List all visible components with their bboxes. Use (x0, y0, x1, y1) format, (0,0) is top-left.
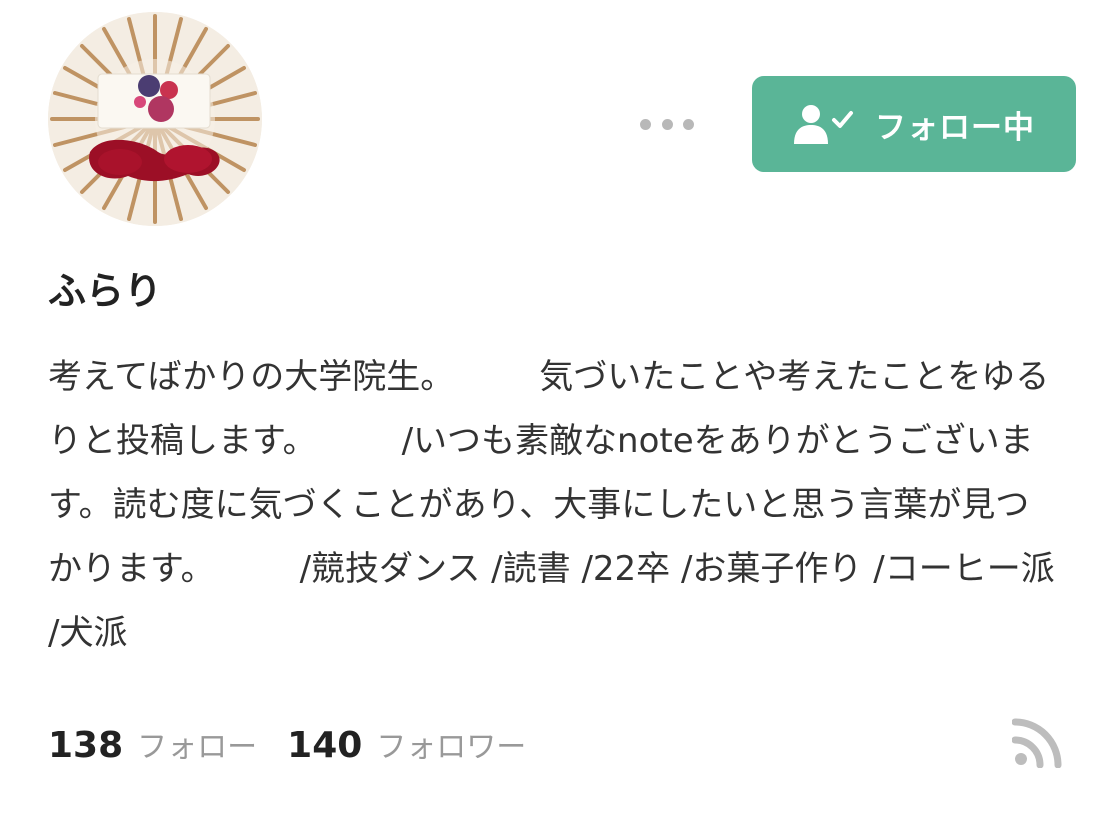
following-button[interactable]: フォロー中 (752, 76, 1076, 172)
profile-name: ふらり (48, 269, 163, 313)
rss-icon (1011, 718, 1062, 769)
more-options-button[interactable] (640, 110, 694, 138)
profile-header: フォロー中 (0, 0, 1114, 230)
followers-link[interactable]: 140 フォロワー (287, 722, 526, 766)
avatar-image (48, 12, 262, 226)
following-button-label: フォロー中 (875, 109, 1035, 146)
following-link[interactable]: 138 フォロー (48, 722, 257, 766)
followers-label: フォロワー (376, 730, 527, 765)
ellipsis-icon-dot (683, 118, 694, 130)
profile-bio: 考えてばかりの大学院生。 気づいたことや考えたことをゆるりと投稿します。 /いつ… (48, 357, 1066, 653)
followers-count: 140 (287, 725, 363, 766)
following-label: フォロー (137, 730, 258, 765)
avatar[interactable] (48, 12, 262, 226)
ellipsis-icon-dot (640, 118, 651, 130)
user-check-icon (794, 105, 853, 144)
following-count: 138 (48, 725, 124, 766)
ellipsis-icon-dot (661, 118, 673, 130)
follow-stats: 138 フォロー 140 フォロワー (48, 722, 526, 772)
rss-button[interactable] (1011, 716, 1064, 769)
